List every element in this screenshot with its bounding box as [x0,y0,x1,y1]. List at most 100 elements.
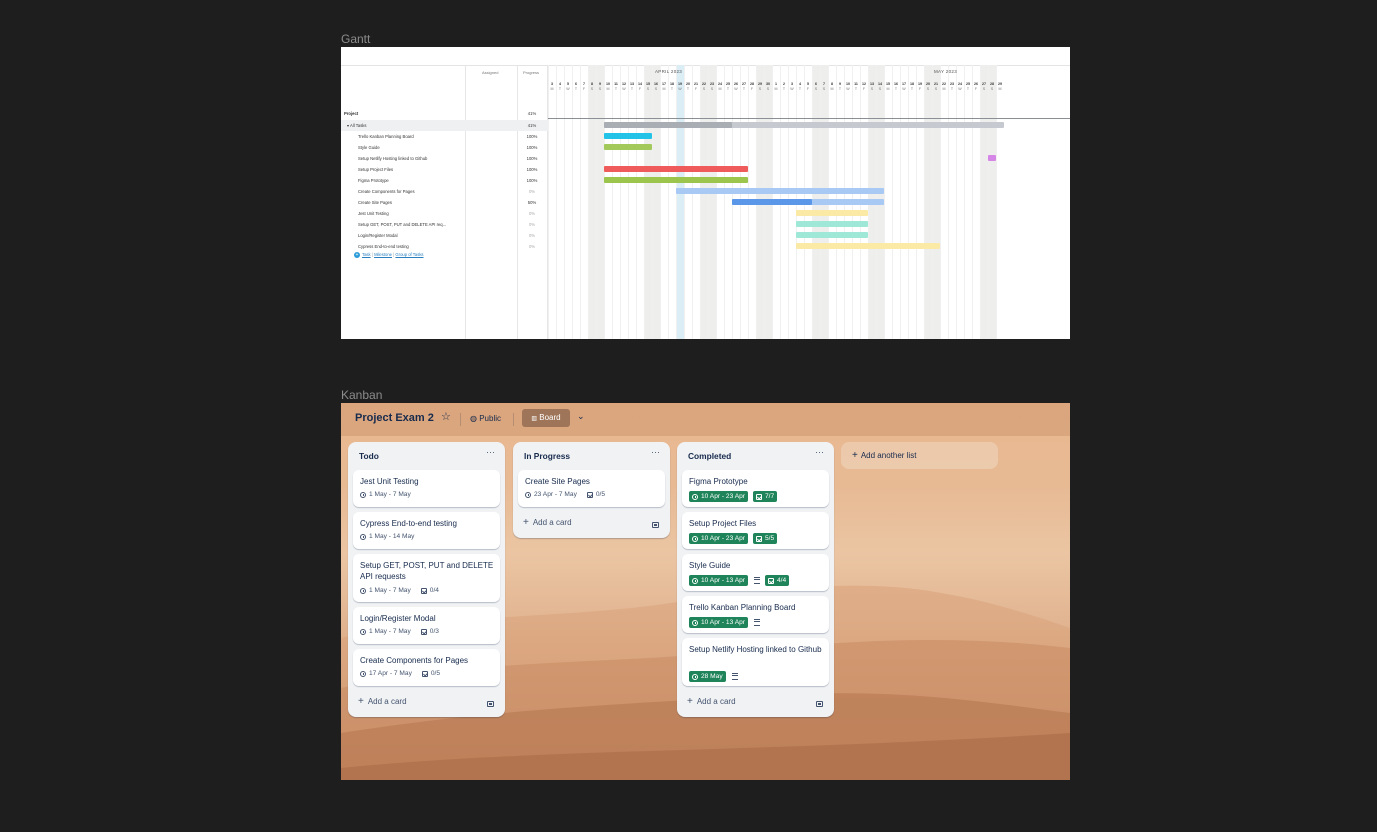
day-number: 15 [886,82,890,86]
task-row[interactable]: Create Components for Pages 0% [341,186,548,197]
day-column [588,65,596,339]
day-letter: S [870,87,874,91]
card-badges: 1 May - 7 May 0/3 [360,628,439,635]
add-card-button[interactable]: + Add a card [523,517,572,528]
task-row[interactable]: Setup Netlify Hosting linked to Github 10… [341,153,548,164]
day-number: 2 [783,82,785,86]
task-row[interactable]: Setup GET, POST, PUT and DELETE API req.… [341,219,548,230]
visibility-button[interactable]: ◍ Public [470,414,501,423]
task-bar[interactable] [796,221,868,227]
due-date-badge[interactable]: 10 Apr - 23 Apr [689,533,748,544]
task-progress: 100% [526,167,538,172]
kanban-card[interactable]: Setup GET, POST, PUT and DELETE API requ… [353,554,500,602]
card-template-icon[interactable] [652,522,659,528]
card-template-icon[interactable] [487,701,494,707]
kanban-card[interactable]: Setup Netlify Hosting linked to Github 28… [682,638,829,686]
day-column [708,65,716,339]
task-row[interactable]: Cypress End-to-end testing 0% [341,241,548,252]
kanban-card[interactable]: Jest Unit Testing 1 May - 7 May [353,470,500,507]
add-plus-icon[interactable]: + [354,252,360,258]
task-row[interactable]: Setup Project Files 100% [341,164,548,175]
due-date-badge[interactable]: 10 Apr - 23 Apr [689,491,748,502]
task-row[interactable]: Figma Prototype 100% [341,175,548,186]
kanban-card[interactable]: Login/Register Modal 1 May - 7 May 0/3 [353,607,500,644]
day-letter: F [862,87,866,91]
task-bar[interactable] [676,188,884,194]
description-icon [754,619,760,626]
add-group-link[interactable]: Group of Tasks [395,252,423,257]
due-date-badge[interactable]: 10 Apr - 13 Apr [689,575,748,586]
board-view-button[interactable]: ▥ Board [522,409,570,427]
task-bar[interactable] [796,232,868,238]
card-template-icon[interactable] [816,701,823,707]
chevron-down-icon[interactable]: ⌄ [577,411,585,422]
day-letter: S [822,87,826,91]
due-date-badge[interactable]: 28 May [689,671,726,682]
add-task-link[interactable]: Task [362,252,371,257]
kanban-card[interactable]: Cypress End-to-end testing 1 May - 14 May [353,512,500,549]
assigned-column-header[interactable]: Assigned [482,70,498,75]
task-row[interactable]: Create Site Pages 50% [341,197,548,208]
list-title[interactable]: Todo [359,451,379,461]
day-number: 10 [846,82,850,86]
star-icon[interactable]: ☆ [441,410,451,423]
day-number: 5 [567,82,569,86]
day-letter: S [990,87,994,91]
task-bar[interactable] [796,243,940,249]
kanban-frame-label: Kanban [341,388,383,402]
kanban-card[interactable]: Create Site Pages 23 Apr - 7 May 0/5 [518,470,665,507]
task-bar[interactable] [604,166,748,172]
task-bar-progress[interactable] [732,199,812,205]
group-bar-progress[interactable] [604,122,732,128]
day-number: 14 [638,82,642,86]
day-number: 10 [606,82,610,86]
more-icon[interactable]: ··· [486,447,495,457]
day-column [644,65,652,339]
task-bar[interactable] [604,133,652,139]
add-list-button[interactable]: + Add another list [841,442,998,469]
checklist-count: 0/4 [429,587,439,594]
day-letter: M [998,87,1002,91]
add-card-button[interactable]: + Add a card [687,696,736,707]
card-badges: 23 Apr - 7 May 0/5 [525,491,605,498]
day-column [892,65,900,339]
group-row-all-tasks[interactable]: ▾ All Tasks 41% [341,120,548,131]
task-bar[interactable] [796,210,868,216]
kanban-list: Todo ··· Jest Unit Testing 1 May - 7 May Cyp… [348,442,505,717]
kanban-card[interactable]: Create Components for Pages 17 Apr - 7 Ma… [353,649,500,686]
task-name: Create Site Pages [358,200,392,205]
task-bar[interactable] [604,144,652,150]
plus-icon: + [852,450,858,461]
task-bar[interactable] [604,177,748,183]
board-title[interactable]: Project Exam 2 [355,412,434,424]
kanban-card[interactable]: Style Guide 10 Apr - 13 Apr 4/4 [682,554,829,591]
task-row[interactable]: Trello Kanban Planning Board 100% [341,131,548,142]
task-row[interactable]: Jest Unit Testing 0% [341,208,548,219]
day-letter: W [678,87,682,91]
day-column [684,65,692,339]
kanban-card[interactable]: Setup Project Files 10 Apr - 23 Apr 5/5 [682,512,829,549]
task-row[interactable]: Login/Register Modal 0% [341,230,548,241]
card-title: Style Guide [689,561,731,570]
due-date-label: 17 Apr - 7 May [369,670,412,677]
day-number: 27 [982,82,986,86]
task-bar[interactable] [988,155,996,161]
day-letter: T [558,87,562,91]
more-icon[interactable]: ··· [651,447,660,457]
kanban-card[interactable]: Trello Kanban Planning Board 10 Apr - 13 … [682,596,829,633]
add-milestone-link[interactable]: Milestone [374,252,392,257]
list-title[interactable]: Completed [688,451,731,461]
day-column [716,65,724,339]
kanban-card[interactable]: Figma Prototype 10 Apr - 23 Apr 7/7 [682,470,829,507]
more-icon[interactable]: ··· [815,447,824,457]
day-letter: T [838,87,842,91]
clock-icon [360,491,366,498]
due-date-badge[interactable]: 10 Apr - 13 Apr [689,617,748,628]
list-title[interactable]: In Progress [524,451,570,461]
link-separator: | [371,252,373,258]
day-letter: F [918,87,922,91]
progress-column-header[interactable]: Progress [523,70,539,75]
task-row[interactable]: Style Guide 100% [341,142,548,153]
project-row[interactable]: Project 41% [341,108,548,119]
add-card-button[interactable]: + Add a card [358,696,407,707]
